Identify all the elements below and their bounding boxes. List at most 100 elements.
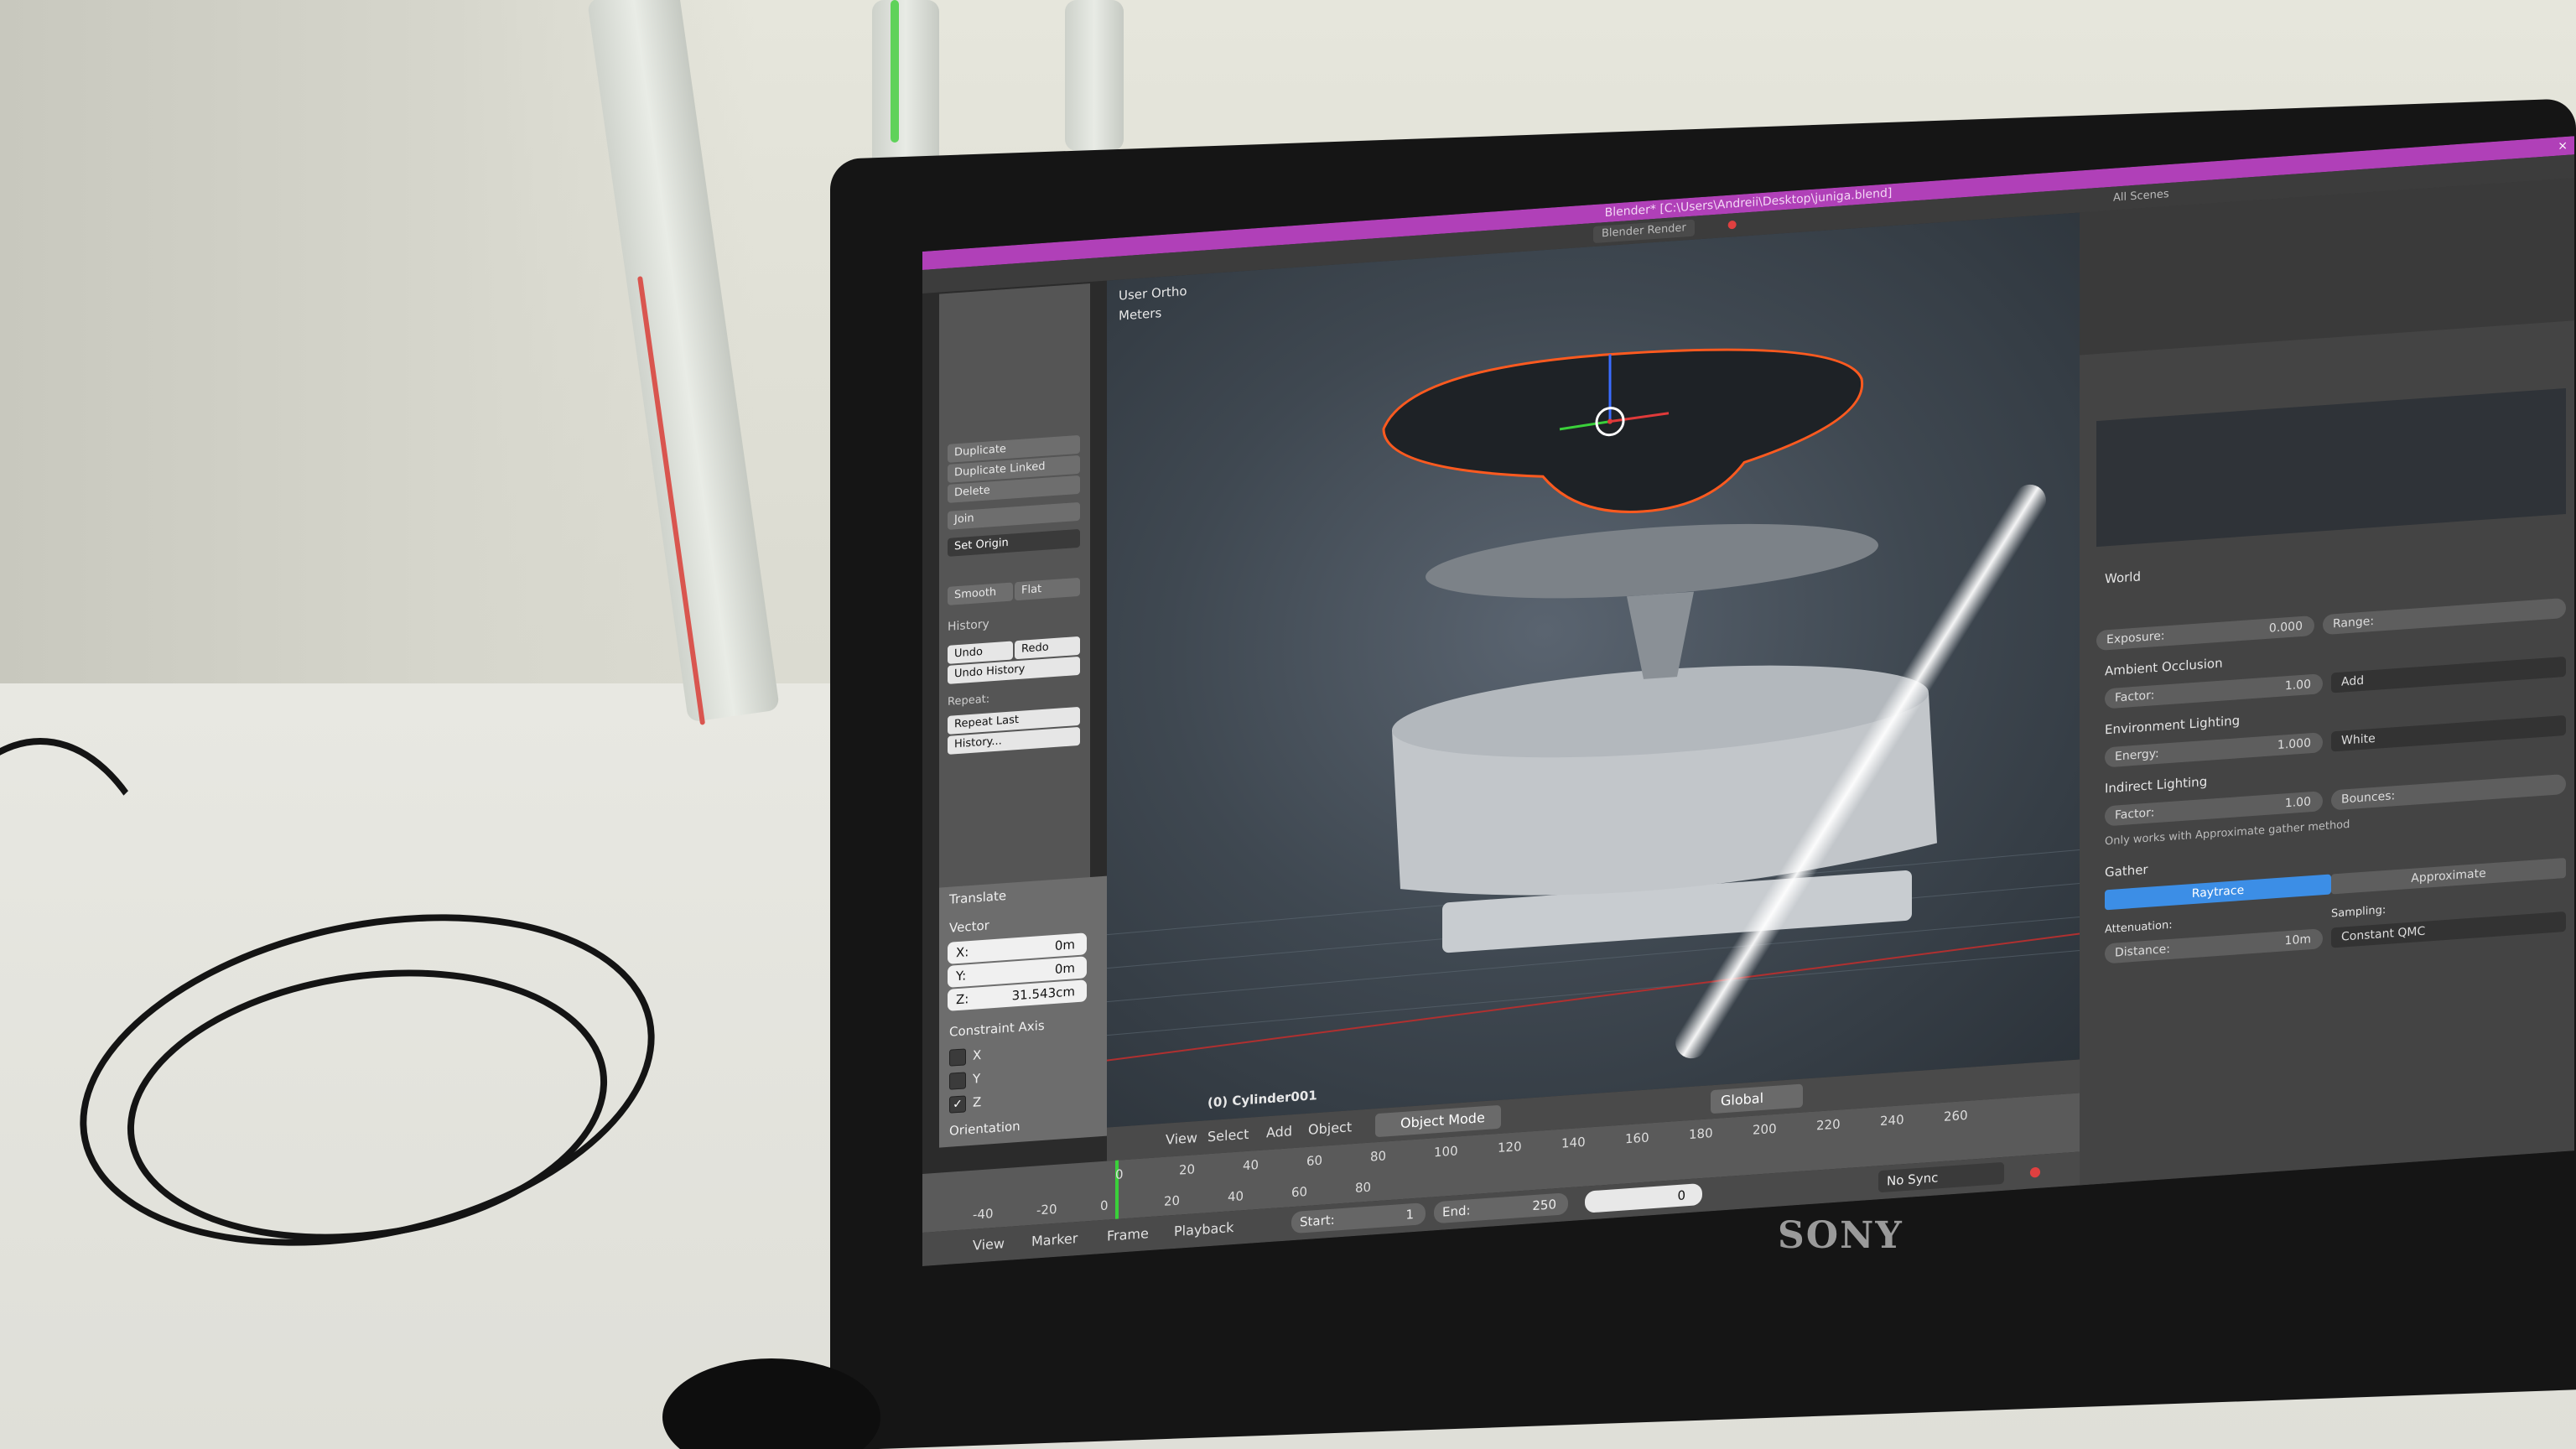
repeat-label: Repeat: — [948, 693, 990, 709]
timeline-menu-view[interactable]: View — [973, 1235, 1005, 1254]
properties-editor: World Exposure: 0.000 Range: Ambient Occ… — [2080, 178, 2574, 1186]
timeline-tick-label: 120 — [1498, 1139, 1522, 1156]
exposure-label: Exposure: — [2106, 629, 2165, 647]
timeline-tick-label: 0 — [1100, 1197, 1109, 1214]
ao-factor-label: Factor: — [2115, 688, 2155, 705]
timeline-tick-label: 60 — [1306, 1152, 1323, 1169]
field-value: 31.543cm — [1011, 984, 1075, 1004]
world-panel-header[interactable]: World — [2105, 569, 2141, 586]
current-frame-value: 0 — [1677, 1187, 1685, 1204]
operator-title[interactable]: Translate — [949, 888, 1006, 907]
menu-view[interactable]: View — [1166, 1130, 1197, 1148]
constraint-x-checkbox[interactable] — [949, 1048, 966, 1067]
close-icon[interactable]: × — [2558, 137, 2568, 156]
env-color-dropdown[interactable]: White — [2331, 714, 2566, 752]
current-frame-field[interactable]: 0 — [1585, 1182, 1702, 1213]
timeline-tick-label: 260 — [1944, 1107, 1968, 1124]
ambient-occlusion-header[interactable]: Ambient Occlusion — [2105, 656, 2223, 679]
record-icon[interactable]: ● — [1727, 216, 1737, 234]
end-label: End: — [1442, 1202, 1471, 1220]
environment-lighting-header[interactable]: Environment Lighting — [2105, 713, 2240, 737]
constraint-y-label: Y — [973, 1071, 981, 1087]
object-mode-dropdown[interactable]: Object Mode — [1375, 1104, 1501, 1138]
end-frame-field[interactable]: End: 250 — [1434, 1192, 1568, 1224]
timeline-menu-marker[interactable]: Marker — [1031, 1230, 1078, 1249]
timeline-menu-frame[interactable]: Frame — [1107, 1225, 1149, 1244]
history-header[interactable]: History — [948, 617, 989, 633]
gather-panel-header[interactable]: Gather — [2105, 862, 2148, 880]
timeline-tick-label: 200 — [1753, 1120, 1777, 1138]
smooth-button[interactable]: Smooth — [948, 582, 1013, 605]
field-label: X: — [956, 944, 969, 961]
env-energy-field[interactable]: Energy: 1.000 — [2105, 732, 2323, 768]
timeline-tick-label: 60 — [1291, 1183, 1308, 1201]
start-label: Start: — [1300, 1212, 1335, 1230]
timeline-tick-label: 20 — [1164, 1192, 1181, 1209]
green-wire — [891, 0, 899, 143]
timeline-tick-label: 80 — [1355, 1179, 1372, 1196]
indirect-lighting-header[interactable]: Indirect Lighting — [2105, 774, 2207, 797]
menu-add[interactable]: Add — [1266, 1123, 1292, 1140]
gather-approximate-tab[interactable]: Approximate — [2331, 857, 2566, 895]
distance-value: 10m — [2284, 932, 2311, 948]
menu-object[interactable]: Object — [1308, 1119, 1352, 1138]
field-value: 0m — [1054, 960, 1075, 977]
ao-blend-dropdown[interactable]: Add — [2331, 656, 2566, 693]
gather-raytrace-tab[interactable]: Raytrace — [2105, 874, 2331, 911]
attenuation-label: Attenuation: — [2105, 918, 2173, 937]
indirect-factor-label: Factor: — [2115, 806, 2155, 823]
field-label: Z: — [956, 991, 969, 1008]
laptop-brand: SONY — [1778, 1214, 1903, 1257]
env-energy-value: 1.000 — [2277, 736, 2311, 753]
redo-button[interactable]: Redo — [1015, 636, 1080, 660]
laptop-screen: Blender* [C:\Users\Andreii\Desktop\junig… — [922, 136, 2574, 1267]
field-value: 0m — [1054, 937, 1075, 953]
undo-button[interactable]: Undo — [948, 641, 1013, 664]
vector-label: Vector — [949, 917, 989, 936]
timeline-tick-label: 20 — [1179, 1161, 1196, 1178]
exposure-field[interactable]: Exposure: 0.000 — [2096, 615, 2314, 652]
operator-panel: Translate Vector X: 0m Y: 0m Z: 31.543cm… — [939, 875, 1107, 1148]
constraint-y-checkbox[interactable] — [949, 1072, 966, 1090]
timeline-tick-label: 100 — [1434, 1143, 1458, 1161]
timeline-tick-label: -20 — [1036, 1201, 1057, 1218]
timeline-menu-playback[interactable]: Playback — [1174, 1219, 1233, 1239]
sync-dropdown[interactable]: No Sync — [1878, 1161, 2004, 1193]
field-label: Y: — [956, 968, 967, 984]
indirect-factor-value: 1.00 — [2284, 795, 2311, 811]
range-label: Range: — [2333, 614, 2375, 631]
indirect-factor-field[interactable]: Factor: 1.00 — [2105, 791, 2323, 827]
constraint-axis-label: Constraint Axis — [949, 1017, 1045, 1040]
constraint-z-checkbox[interactable]: ✓ — [949, 1095, 966, 1114]
bounces-field[interactable]: Bounces: — [2331, 773, 2566, 811]
render-engine-selector[interactable]: Blender Render — [1593, 219, 1695, 244]
join-button[interactable]: Join — [948, 501, 1080, 530]
timeline-tick-label: 240 — [1880, 1112, 1904, 1130]
set-origin-button[interactable]: Set Origin — [948, 528, 1080, 557]
outliner-filter[interactable]: All Scenes — [2113, 186, 2169, 207]
end-value: 250 — [1532, 1197, 1556, 1214]
timeline-tick-label: 180 — [1689, 1125, 1713, 1143]
glass-tube-right — [1065, 0, 1124, 151]
timeline-tick-label: 140 — [1561, 1134, 1586, 1151]
record-button-icon[interactable]: ● — [2029, 1163, 2041, 1180]
timeline-tick-label: -40 — [973, 1206, 994, 1223]
blender-window: Blender* [C:\Users\Andreii\Desktop\junig… — [922, 136, 2574, 1267]
env-energy-label: Energy: — [2115, 746, 2159, 764]
timeline-tick-label: 0 — [1115, 1166, 1124, 1182]
ao-factor-value: 1.00 — [2284, 678, 2311, 693]
start-frame-field[interactable]: Start: 1 — [1291, 1202, 1426, 1234]
orientation-label: Orientation — [949, 1118, 1021, 1139]
constraint-z-label: Z — [973, 1094, 982, 1110]
timeline-tick-label: 40 — [1243, 1156, 1259, 1174]
stem — [1627, 591, 1694, 679]
flat-button[interactable]: Flat — [1015, 577, 1080, 601]
selected-object — [1382, 348, 1864, 513]
range-field[interactable]: Range: — [2323, 597, 2566, 636]
start-value: 1 — [1405, 1207, 1414, 1223]
orientation-dropdown[interactable]: Global — [1711, 1083, 1803, 1114]
preview-area — [2096, 387, 2566, 548]
menu-select[interactable]: Select — [1208, 1126, 1249, 1145]
timeline-tick-label: 40 — [1228, 1188, 1244, 1205]
ao-factor-field[interactable]: Factor: 1.00 — [2105, 673, 2323, 709]
